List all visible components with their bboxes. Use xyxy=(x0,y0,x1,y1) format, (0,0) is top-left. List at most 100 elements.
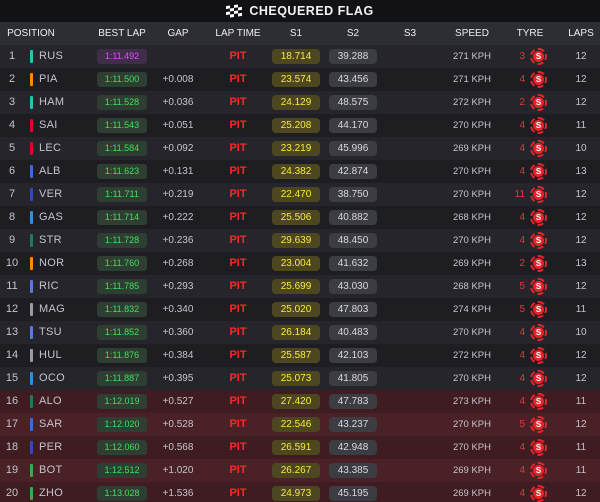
column-header-speed[interactable]: SPEED xyxy=(438,22,506,45)
soft-tyre-icon: S xyxy=(530,232,547,249)
sector-2-time: 42.874 xyxy=(329,164,377,179)
tyre-age: 5 xyxy=(519,419,525,430)
tyre-compound-letter: S xyxy=(533,465,544,476)
lap-time-status: PIT xyxy=(229,395,247,407)
tyre-age: 4 xyxy=(519,327,525,338)
column-header-best-lap[interactable]: BEST LAP xyxy=(92,22,152,45)
table-row[interactable]: 10 NOR 1:11.760 +0.268 PIT 23.004 41.632 269 KP… xyxy=(0,252,600,275)
table-row[interactable]: 18 PER 1:12.060 +0.568 PIT 26.591 42.948 270 KP… xyxy=(0,436,600,459)
table-row[interactable]: 2 PIA 1:11.500 +0.008 PIT 23.574 43.456 271 KPH… xyxy=(0,68,600,91)
speed-trap: 268 KPH xyxy=(452,212,492,223)
best-lap-time: 1:12.512 xyxy=(97,463,147,478)
lap-time-status: PIT xyxy=(229,418,247,430)
laps-completed: 12 xyxy=(575,281,587,292)
team-color-bar xyxy=(30,464,33,477)
sector-2-time: 41.805 xyxy=(329,371,377,386)
table-row[interactable]: 9 STR 1:11.728 +0.236 PIT 29.639 48.450 270 KPH… xyxy=(0,229,600,252)
best-lap-time: 1:11.528 xyxy=(97,95,147,110)
table-row[interactable]: 4 SAI 1:11.543 +0.051 PIT 25.208 44.170 270 KPH… xyxy=(0,114,600,137)
driver-code: ALO xyxy=(39,395,62,407)
table-row[interactable]: 3 HAM 1:11.528 +0.036 PIT 24.129 48.575 272 KPH… xyxy=(0,91,600,114)
soft-tyre-icon: S xyxy=(530,48,547,65)
column-header-position[interactable]: POSITION xyxy=(0,22,62,45)
speed-trap: 268 KPH xyxy=(452,281,492,292)
best-lap-time: 1:12.060 xyxy=(97,440,147,455)
tyre-compound-letter: S xyxy=(533,281,544,292)
laps-completed: 11 xyxy=(575,304,587,315)
sector-2-time: 39.288 xyxy=(329,49,377,64)
column-header-laps[interactable]: LAPS xyxy=(564,22,598,45)
tyre-age: 4 xyxy=(519,373,525,384)
soft-tyre-icon: S xyxy=(530,117,547,134)
table-row[interactable]: 5 LEC 1:11.584 +0.092 PIT 23.219 45.996 269 KPH… xyxy=(0,137,600,160)
driver-code: NOR xyxy=(39,257,65,269)
table-row[interactable]: 7 VER 1:11.711 +0.219 PIT 22.470 38.750 270 KPH… xyxy=(0,183,600,206)
tyre-age: 4 xyxy=(519,396,525,407)
sector-1-time: 23.574 xyxy=(272,72,320,87)
table-row[interactable]: 8 GAS 1:11.714 +0.222 PIT 25.506 40.882 268 KPH… xyxy=(0,206,600,229)
position-number: 7 xyxy=(8,188,16,200)
lap-time-status: PIT xyxy=(229,303,247,315)
column-header-tyre[interactable]: TYRE xyxy=(510,22,550,45)
tyre-compound-letter: S xyxy=(533,212,544,223)
lap-time-status: PIT xyxy=(229,188,247,200)
soft-tyre-icon: S xyxy=(530,71,547,88)
table-row[interactable]: 14 HUL 1:11.876 +0.384 PIT 25.587 42.103 272 KP… xyxy=(0,344,600,367)
table-row[interactable]: 15 OCO 1:11.887 +0.395 PIT 25.073 41.805 270 KP… xyxy=(0,367,600,390)
sector-2-time: 40.882 xyxy=(329,210,377,225)
column-header-s1[interactable]: S1 xyxy=(272,22,320,45)
table-row[interactable]: 19 BOT 1:12.512 +1.020 PIT 26.267 43.385 269 KP… xyxy=(0,459,600,482)
lap-time-status: PIT xyxy=(229,372,247,384)
column-header-s2[interactable]: S2 xyxy=(329,22,377,45)
tyre-age: 4 xyxy=(519,143,525,154)
tyre-age: 4 xyxy=(519,74,525,85)
table-row[interactable]: 6 ALB 1:11.623 +0.131 PIT 24.382 42.874 270 KPH… xyxy=(0,160,600,183)
table-row[interactable]: 16 ALO 1:12.019 +0.527 PIT 27.420 47.783 273 KP… xyxy=(0,390,600,413)
tyre-compound-letter: S xyxy=(533,304,544,315)
best-lap-time: 1:12.019 xyxy=(97,394,147,409)
speed-trap: 273 KPH xyxy=(452,396,492,407)
sector-2-time: 44.170 xyxy=(329,118,377,133)
tyre-compound-letter: S xyxy=(533,235,544,246)
best-lap-time: 1:11.500 xyxy=(97,72,147,87)
position-number: 11 xyxy=(6,280,18,292)
position-number: 6 xyxy=(8,165,16,177)
soft-tyre-icon: S xyxy=(530,209,547,226)
column-header-s3[interactable]: S3 xyxy=(386,22,434,45)
tyre-compound-letter: S xyxy=(533,120,544,131)
table-row[interactable]: 17 SAR 1:12.020 +0.528 PIT 22.546 43.237 270 KP… xyxy=(0,413,600,436)
table-header: POSITION BEST LAP GAP LAP TIME S1 S2 S3 … xyxy=(0,22,600,45)
lap-time-status: PIT xyxy=(229,280,247,292)
laps-completed: 13 xyxy=(575,166,587,177)
laps-completed: 12 xyxy=(575,74,587,85)
table-row[interactable]: 1 RUS 1:11.492 PIT 18.714 39.288 271 KPH 3 S 12 xyxy=(0,45,600,68)
gap-to-leader: +1.020 xyxy=(162,465,194,476)
column-header-lap-time[interactable]: LAP TIME xyxy=(206,22,270,45)
table-row[interactable]: 20 ZHO 1:13.028 +1.536 PIT 24.973 45.195 269 KP… xyxy=(0,482,600,502)
tyre-compound-letter: S xyxy=(533,419,544,430)
tyre-compound-letter: S xyxy=(533,166,544,177)
table-row[interactable]: 11 RIC 1:11.785 +0.293 PIT 25.699 43.030 268 KP… xyxy=(0,275,600,298)
best-lap-time: 1:11.832 xyxy=(97,302,147,317)
table-row[interactable]: 12 MAG 1:11.832 +0.340 PIT 25.020 47.803 274 KP… xyxy=(0,298,600,321)
tyre-age: 4 xyxy=(519,235,525,246)
position-number: 4 xyxy=(8,119,16,131)
table-row[interactable]: 13 TSU 1:11.852 +0.360 PIT 26.184 40.483 270 KP… xyxy=(0,321,600,344)
best-lap-time: 1:13.028 xyxy=(97,486,147,501)
laps-completed: 12 xyxy=(575,189,587,200)
sector-1-time: 25.073 xyxy=(272,371,320,386)
sector-2-time: 45.195 xyxy=(329,486,377,501)
column-header-gap[interactable]: GAP xyxy=(153,22,203,45)
tyre-compound-letter: S xyxy=(533,143,544,154)
speed-trap: 274 KPH xyxy=(452,304,492,315)
team-color-bar xyxy=(30,234,33,247)
soft-tyre-icon: S xyxy=(530,347,547,364)
gap-to-leader: +0.528 xyxy=(162,419,194,430)
speed-trap: 271 KPH xyxy=(452,51,492,62)
speed-trap: 270 KPH xyxy=(452,235,492,246)
gap-to-leader: +1.536 xyxy=(162,488,194,499)
team-color-bar xyxy=(30,441,33,454)
team-color-bar xyxy=(30,119,33,132)
team-color-bar xyxy=(30,165,33,178)
sector-1-time: 22.470 xyxy=(272,187,320,202)
